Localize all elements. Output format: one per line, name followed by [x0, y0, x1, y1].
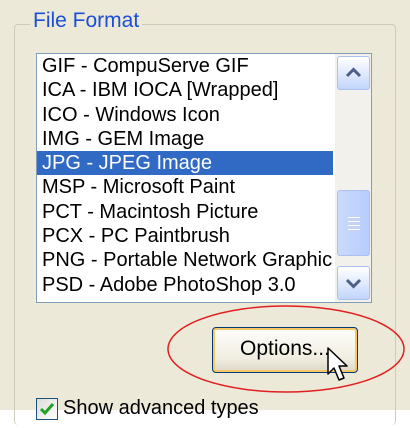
list-item[interactable]: GIF - CompuServe GIF	[37, 54, 333, 78]
list-item[interactable]: PCT - Macintosh Picture	[37, 200, 333, 224]
list-item[interactable]: PNG - Portable Network Graphics	[37, 248, 333, 272]
mouse-cursor-icon	[327, 347, 348, 381]
list-item[interactable]: ICO - Windows Icon	[37, 103, 333, 127]
show-advanced-types-checkbox[interactable]	[36, 398, 58, 420]
scrollbar-grip-line	[348, 217, 360, 218]
list-item[interactable]: IMG - GEM Image	[37, 127, 333, 151]
list-item[interactable]: PSD - Adobe PhotoShop 3.0	[37, 273, 333, 297]
list-item[interactable]: MSP - Microsoft Paint	[37, 175, 333, 199]
show-advanced-types-label: Show advanced types	[63, 397, 259, 419]
scroll-up-arrow-icon	[345, 67, 362, 78]
vertical-scrollbar[interactable]	[335, 54, 371, 302]
scroll-down-button[interactable]	[337, 266, 370, 300]
scrollbar-grip-line	[348, 229, 360, 230]
scroll-up-button[interactable]	[337, 56, 370, 90]
file-format-list: GIF - CompuServe GIF ICA - IBM IOCA [Wra…	[37, 54, 333, 297]
scrollbar-grip-line	[348, 221, 360, 222]
scrollbar-grip-line	[348, 225, 360, 226]
file-format-legend: File Format	[30, 8, 143, 34]
list-item[interactable]: PCX - PC Paintbrush	[37, 224, 333, 248]
file-format-listbox[interactable]: GIF - CompuServe GIF ICA - IBM IOCA [Wra…	[36, 53, 372, 303]
scrollbar-thumb[interactable]	[337, 190, 370, 256]
scroll-down-arrow-icon	[345, 278, 362, 289]
list-item-selected[interactable]: JPG - JPEG Image	[37, 151, 333, 176]
list-item[interactable]: ICA - IBM IOCA [Wrapped]	[37, 78, 333, 102]
checkmark-icon	[39, 403, 55, 416]
